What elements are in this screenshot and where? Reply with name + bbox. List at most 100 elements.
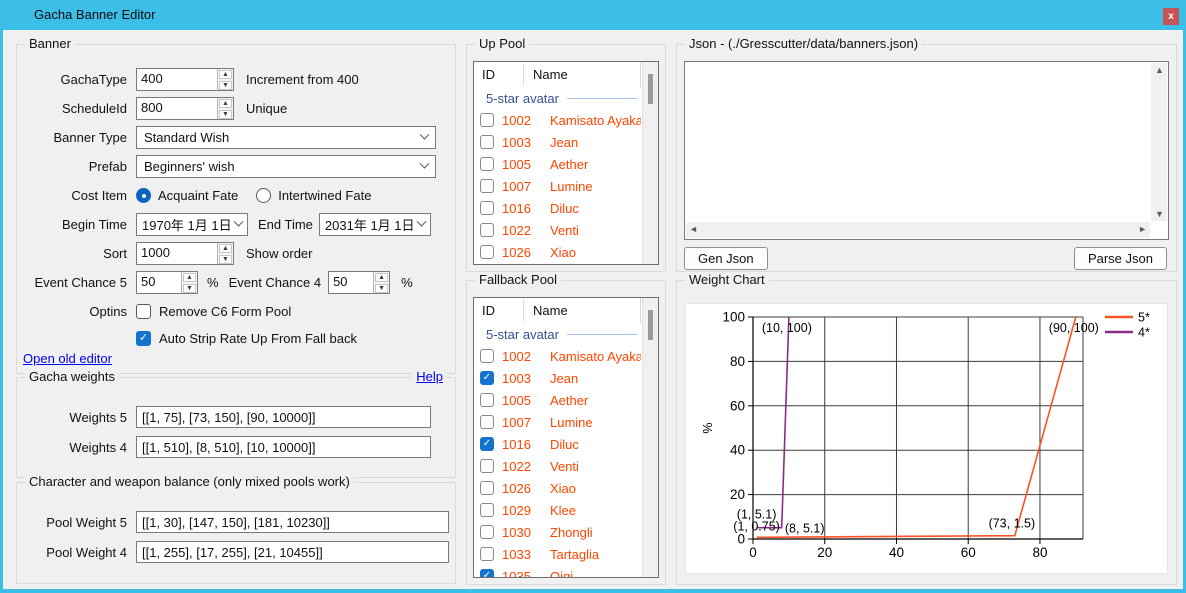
cost-item-option-intertwined[interactable]: Intertwined Fate <box>256 188 371 203</box>
parse-json-button[interactable]: Parse Json <box>1074 247 1167 270</box>
cost-item-option-acquaint[interactable]: Acquaint Fate <box>136 188 238 203</box>
open-old-editor-link[interactable]: Open old editor <box>23 351 112 366</box>
json-textarea[interactable]: ▲ ▼ ◄ ► <box>684 61 1169 240</box>
sort-value[interactable]: 1000 <box>137 243 217 264</box>
event-chance-5-value[interactable]: 50 <box>137 272 181 293</box>
pool-row[interactable]: ✓1035Qiqi <box>474 565 641 577</box>
scroll-down-icon[interactable]: ▼ <box>1155 209 1164 219</box>
row-checkbox[interactable] <box>480 179 494 193</box>
row-checkbox[interactable] <box>480 201 494 215</box>
close-button[interactable]: x <box>1163 8 1179 25</box>
scrollbar-thumb[interactable] <box>648 74 653 104</box>
remove-c6-checkbox[interactable] <box>136 304 151 319</box>
weights-5-input[interactable] <box>136 406 431 428</box>
spin-down-icon[interactable]: ▼ <box>183 284 196 293</box>
title-bar[interactable]: Gacha Banner Editor x <box>0 0 1186 30</box>
spin-down-icon[interactable]: ▼ <box>375 284 388 293</box>
pool-weight-5-input[interactable] <box>136 511 449 533</box>
up-pool-scrollbar[interactable] <box>642 62 658 264</box>
pool-row[interactable]: 1016Diluc <box>474 197 641 219</box>
row-checkbox[interactable] <box>480 459 494 473</box>
row-checkbox[interactable] <box>480 547 494 561</box>
row-checkbox[interactable] <box>480 415 494 429</box>
row-checkbox[interactable]: ✓ <box>480 371 494 385</box>
sort-spin-buttons[interactable]: ▲▼ <box>217 243 233 264</box>
row-checkbox[interactable] <box>480 113 494 127</box>
spin-up-icon[interactable]: ▲ <box>219 99 232 108</box>
event-chance-4-value[interactable]: 50 <box>329 272 373 293</box>
spin-down-icon[interactable]: ▼ <box>219 255 232 264</box>
row-checkbox[interactable] <box>480 393 494 407</box>
fallback-pool-group-title: Fallback Pool <box>475 272 561 287</box>
pool-row[interactable]: 1022Venti <box>474 455 641 477</box>
begin-time-picker[interactable]: 1970年 1月 1日 <box>136 213 248 236</box>
row-checkbox[interactable] <box>480 245 494 259</box>
pool-row[interactable]: ✓1016Diluc <box>474 433 641 455</box>
up-pool-group-title: Up Pool <box>475 36 529 51</box>
radio-icon[interactable] <box>136 188 151 203</box>
scrollbar-thumb[interactable] <box>648 310 653 340</box>
gacha-type-spin-buttons[interactable]: ▲▼ <box>217 69 233 90</box>
spin-up-icon[interactable]: ▲ <box>219 244 232 253</box>
auto-strip-checkbox[interactable] <box>136 331 151 346</box>
json-vertical-scrollbar[interactable]: ▲ ▼ <box>1151 63 1167 221</box>
event-chance-5-spin-buttons[interactable]: ▲▼ <box>181 272 197 293</box>
gen-json-button[interactable]: Gen Json <box>684 247 768 270</box>
pool-row[interactable]: 1007Lumine <box>474 411 641 433</box>
row-id: 1022 <box>502 459 542 474</box>
pool-row[interactable]: 1002Kamisato Ayaka <box>474 345 641 367</box>
pool-row[interactable]: ✓1003Jean <box>474 367 641 389</box>
radio-icon[interactable] <box>256 188 271 203</box>
spin-up-icon[interactable]: ▲ <box>219 70 232 79</box>
event-chance-4-stepper[interactable]: 50 ▲▼ <box>328 271 390 294</box>
row-checkbox[interactable]: ✓ <box>480 437 494 451</box>
row-checkbox[interactable] <box>480 135 494 149</box>
banner-type-select[interactable]: Standard Wish <box>136 126 436 149</box>
help-link[interactable]: Help <box>412 369 447 384</box>
begin-time-value: 1970年 1月 1日 <box>142 215 232 234</box>
schedule-id-stepper[interactable]: 800 ▲▼ <box>136 97 234 120</box>
pool-row[interactable]: 1026Xiao <box>474 477 641 499</box>
fallback-pool-scrollbar[interactable] <box>642 298 658 577</box>
pool-row[interactable]: 1033Tartaglia <box>474 543 641 565</box>
pool-row[interactable]: 1005Aether <box>474 389 641 411</box>
row-id: 1029 <box>502 503 542 518</box>
json-content[interactable] <box>688 64 1148 219</box>
section-label: 5-star avatar <box>486 91 559 106</box>
pool-row[interactable]: 1003Jean <box>474 131 641 153</box>
event-chance-5-stepper[interactable]: 50 ▲▼ <box>136 271 198 294</box>
gacha-type-stepper[interactable]: 400 ▲▼ <box>136 68 234 91</box>
gacha-type-value[interactable]: 400 <box>137 69 217 90</box>
pool-row[interactable]: 1030Zhongli <box>474 521 641 543</box>
event-chance-4-spin-buttons[interactable]: ▲▼ <box>373 272 389 293</box>
json-horizontal-scrollbar[interactable]: ◄ ► <box>686 222 1150 238</box>
pool-row[interactable]: 1007Lumine <box>474 175 641 197</box>
optins-label: Optins <box>23 304 127 319</box>
pool-row[interactable]: 1026Xiao <box>474 241 641 263</box>
schedule-id-value[interactable]: 800 <box>137 98 217 119</box>
pool-row[interactable]: 1022Venti <box>474 219 641 241</box>
scroll-right-icon[interactable]: ► <box>1138 224 1147 234</box>
row-checkbox[interactable] <box>480 503 494 517</box>
pool-row[interactable]: 1002Kamisato Ayaka <box>474 109 641 131</box>
sort-stepper[interactable]: 1000 ▲▼ <box>136 242 234 265</box>
pool-row[interactable]: 1029Klee <box>474 499 641 521</box>
row-checkbox[interactable] <box>480 525 494 539</box>
row-checkbox[interactable] <box>480 349 494 363</box>
scroll-left-icon[interactable]: ◄ <box>689 224 698 234</box>
pool-row[interactable]: 1005Aether <box>474 153 641 175</box>
end-time-picker[interactable]: 2031年 1月 1日 <box>319 213 431 236</box>
weights-4-input[interactable] <box>136 436 431 458</box>
row-checkbox[interactable]: ✓ <box>480 569 494 577</box>
spin-up-icon[interactable]: ▲ <box>183 273 196 282</box>
spin-down-icon[interactable]: ▼ <box>219 110 232 119</box>
spin-up-icon[interactable]: ▲ <box>375 273 388 282</box>
spin-down-icon[interactable]: ▼ <box>219 81 232 90</box>
schedule-id-spin-buttons[interactable]: ▲▼ <box>217 98 233 119</box>
prefab-select[interactable]: Beginners' wish <box>136 155 436 178</box>
row-checkbox[interactable] <box>480 223 494 237</box>
row-checkbox[interactable] <box>480 481 494 495</box>
scroll-up-icon[interactable]: ▲ <box>1155 65 1164 75</box>
pool-weight-4-input[interactable] <box>136 541 449 563</box>
row-checkbox[interactable] <box>480 157 494 171</box>
